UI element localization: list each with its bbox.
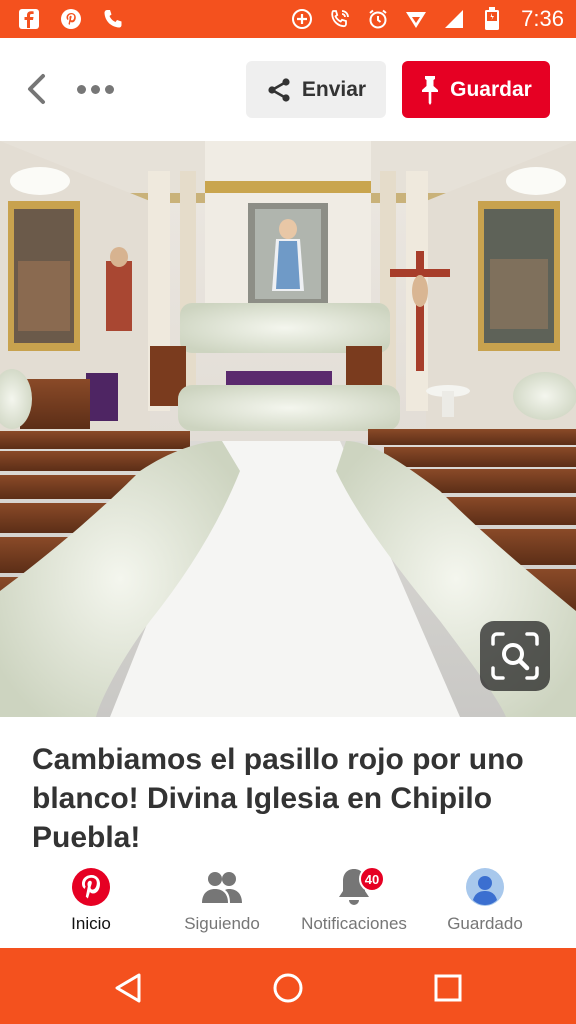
- dot-icon: [76, 84, 86, 94]
- pinterest-logo-icon: [72, 868, 110, 906]
- alarm-icon: [365, 6, 391, 32]
- pinterest-icon: [58, 6, 84, 32]
- nav-item-notifications[interactable]: 40 Notificaciones: [292, 862, 416, 948]
- system-back-button[interactable]: [108, 968, 148, 1008]
- notification-badge: 40: [359, 866, 385, 892]
- pushpin-icon: [422, 75, 439, 105]
- nav-label-notifications: Notificaciones: [301, 914, 407, 933]
- nav-label-home: Inicio: [71, 914, 111, 933]
- nav-label-following: Siguiendo: [184, 914, 260, 933]
- nav-item-home[interactable]: Inicio: [46, 862, 136, 948]
- phone-icon: [100, 6, 126, 32]
- system-home-button[interactable]: [268, 968, 308, 1008]
- nav-label-saved: Guardado: [447, 914, 523, 933]
- signal-boost-icon: [403, 6, 429, 32]
- home-circle-icon: [273, 973, 303, 1003]
- system-navigation-bar: [0, 948, 576, 1024]
- nav-item-saved[interactable]: Guardado: [440, 862, 530, 948]
- add-circle-icon: [289, 6, 315, 32]
- chevron-left-icon: [28, 74, 45, 104]
- clock: 7:36: [521, 6, 564, 31]
- people-icon: [202, 872, 242, 903]
- back-triangle-icon: [115, 973, 141, 1003]
- wifi-call-icon: [327, 6, 353, 32]
- battery-icon: [479, 6, 505, 32]
- share-icon: [268, 77, 290, 102]
- system-recents-button[interactable]: [428, 968, 468, 1008]
- cell-signal-icon: [441, 6, 467, 32]
- pin-header: Enviar Guardar: [0, 38, 576, 141]
- avatar-icon: [466, 868, 504, 906]
- nav-item-following[interactable]: Siguiendo: [172, 862, 272, 948]
- back-button[interactable]: [20, 71, 52, 107]
- recents-square-icon: [434, 974, 462, 1002]
- facebook-icon: [16, 6, 42, 32]
- save-label: Guardar: [450, 77, 532, 101]
- dot-icon: [90, 84, 100, 94]
- pin-description: Cambiamos el pasillo rojo por uno blanco…: [32, 743, 524, 854]
- lens-search-icon: [491, 632, 539, 680]
- bottom-navigation: Inicio Siguiendo 40 Notificaciones Guard…: [0, 862, 576, 948]
- visual-search-button[interactable]: [480, 621, 550, 691]
- more-options-button[interactable]: [70, 74, 120, 104]
- status-bar: 7:36: [0, 0, 576, 38]
- save-button[interactable]: Guardar: [402, 61, 550, 118]
- send-label: Enviar: [301, 77, 367, 101]
- send-button[interactable]: Enviar: [246, 61, 386, 118]
- dot-icon: [104, 84, 114, 94]
